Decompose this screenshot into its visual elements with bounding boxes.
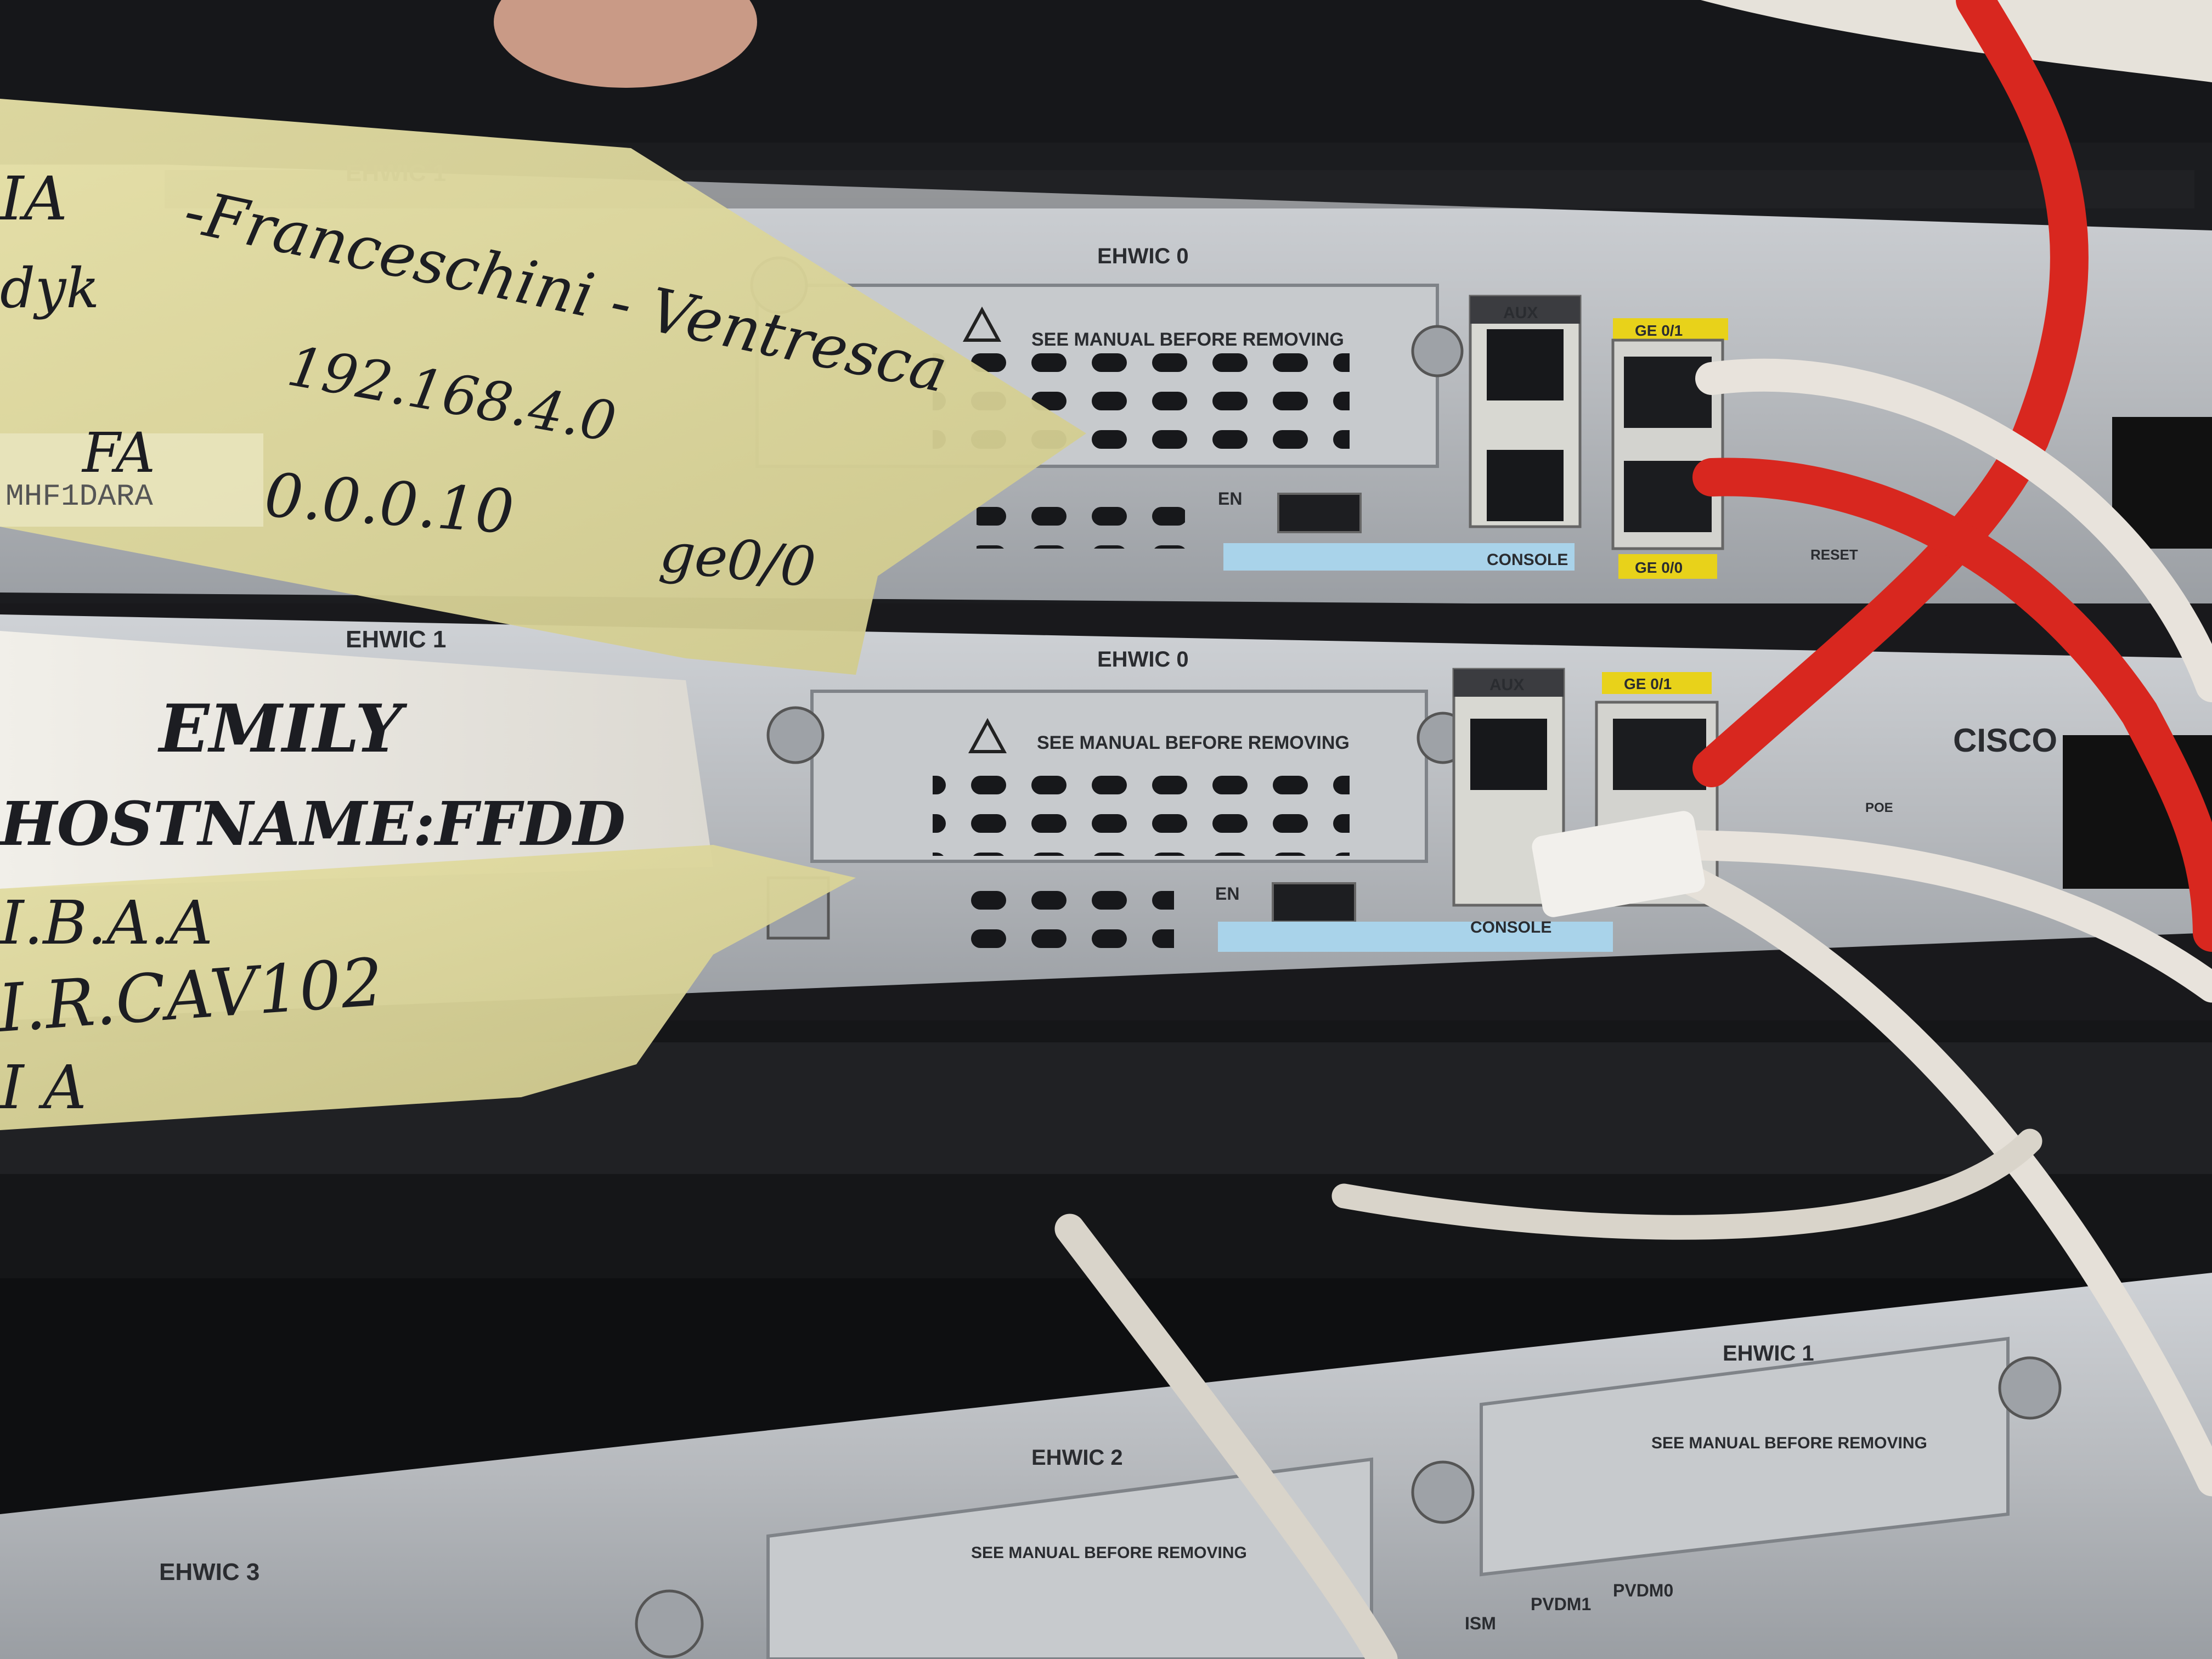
svg-text:FA: FA — [81, 421, 155, 485]
see-manual-top: SEE MANUAL BEFORE REMOVING — [1031, 329, 1344, 350]
aux-label-mid: AUX — [1489, 676, 1524, 694]
router-rack-photo: EHWIC 1 EHWIC 0 SEE MANUAL BEFORE REMOVI… — [0, 0, 2212, 1659]
ehwic0-label-mid: EHWIC 0 — [1097, 647, 1189, 672]
screw-icon — [1411, 1460, 1475, 1524]
svg-text:dyk: dyk — [0, 256, 99, 320]
see-manual-bottom: SEE MANUAL BEFORE REMOVING — [971, 1544, 1247, 1562]
aux-label-top: AUX — [1503, 304, 1538, 322]
screw-icon — [1998, 1356, 2062, 1420]
usb-port — [1272, 882, 1356, 923]
pvdm0-label: PVDM0 — [1613, 1581, 1673, 1600]
svg-text:IA: IA — [0, 163, 67, 234]
ge01-port — [1624, 357, 1712, 428]
ge01-label-mid: GE 0/1 — [1624, 675, 1672, 692]
ism-label: ISM — [1465, 1613, 1496, 1633]
reset-label: RESET — [1810, 546, 1858, 563]
console-label-mid: CONSOLE — [1470, 918, 1551, 936]
ehwic3-label-bottom: EHWIC 3 — [159, 1559, 259, 1585]
pvdm1-label: PVDM1 — [1531, 1594, 1591, 1614]
cisco-logo: CISCO — [1953, 722, 2057, 759]
svg-text:I.B.A.A: I.B.A.A — [0, 888, 213, 958]
svg-text:EMILY: EMILY — [157, 690, 408, 768]
en-label: EN — [1218, 489, 1242, 509]
ehwic1-label-mid: EHWIC 1 — [346, 626, 446, 653]
screw-icon — [766, 706, 825, 764]
ehwic1-label-bottom: EHWIC 1 — [1723, 1341, 1814, 1365]
console-port — [1487, 450, 1564, 521]
ehwic0-label-top: EHWIC 0 — [1097, 244, 1189, 268]
screw-icon — [635, 1589, 704, 1658]
ge01-label-top: GE 0/1 — [1635, 322, 1683, 339]
svg-text:I A: I A — [0, 1052, 87, 1122]
see-manual-mid: SEE MANUAL BEFORE REMOVING — [1037, 732, 1350, 753]
usb-port — [1277, 493, 1362, 533]
see-manual-bottom-right: SEE MANUAL BEFORE REMOVING — [1651, 1434, 1927, 1452]
poe-label: POE — [1865, 800, 1893, 815]
console-label-top: CONSOLE — [1487, 551, 1568, 569]
aux-port — [1487, 329, 1564, 400]
ge00-label-top: GE 0/0 — [1635, 559, 1683, 576]
svg-text:HOSTNAME:FFDD: HOSTNAME:FFDD — [0, 788, 625, 859]
screw-icon — [1411, 325, 1464, 377]
en-label-mid: EN — [1215, 884, 1239, 904]
ehwic2-label-bottom: EHWIC 2 — [1031, 1446, 1123, 1470]
aux-port-mid — [1470, 719, 1547, 790]
console-strip-mid — [1218, 922, 1613, 952]
ge01-port-mid — [1613, 719, 1706, 790]
